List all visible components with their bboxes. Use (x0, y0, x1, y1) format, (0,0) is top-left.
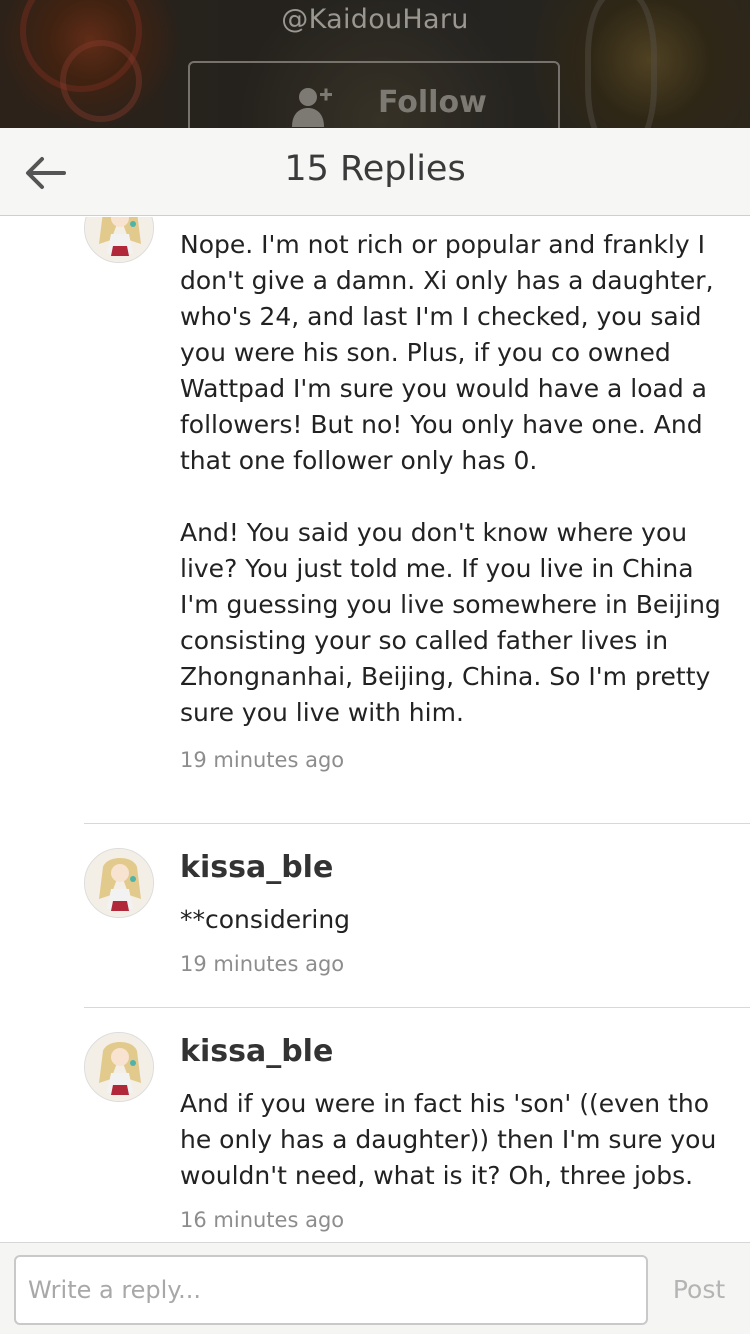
reply-author[interactable]: kissa_ble (180, 850, 333, 885)
avatar-image (85, 1033, 153, 1101)
avatar-image (85, 217, 153, 262)
reply-body: **considering (180, 905, 351, 934)
reply-composer: Post (0, 1242, 750, 1334)
replies-list[interactable]: kissa_ble Nope. I'm not rich or popular … (0, 217, 750, 1242)
avatar[interactable] (84, 217, 154, 263)
reply-author[interactable]: kissa_ble (180, 1034, 333, 1069)
profile-background: @KaidouHaru Follow (0, 0, 750, 128)
reply-timestamp: 19 minutes ago (180, 952, 345, 976)
post-button[interactable]: Post (660, 1255, 738, 1325)
reply-input[interactable] (14, 1255, 648, 1325)
avatar[interactable] (84, 1032, 154, 1102)
add-user-icon (292, 88, 332, 127)
reply-item: kissa_ble Nope. I'm not rich or popular … (84, 217, 750, 824)
page-title: 15 Replies (284, 149, 466, 189)
reply-body: Nope. I'm not rich or popular and frankl… (180, 230, 721, 727)
avatar-image (85, 849, 153, 917)
reply-item: kissa_ble And if you were in fact his 's… (84, 1008, 750, 1242)
profile-username: @KaidouHaru (281, 4, 469, 35)
reply-timestamp: 16 minutes ago (180, 1208, 345, 1232)
follow-label: Follow (378, 85, 487, 120)
reply-item: kissa_ble **considering 19 minutes ago (84, 824, 750, 1008)
replies-header: 15 Replies (0, 128, 750, 216)
follow-button[interactable]: Follow (188, 61, 560, 128)
reply-timestamp: 19 minutes ago (180, 748, 345, 772)
avatar[interactable] (84, 848, 154, 918)
reply-body: And if you were in fact his 'son' ((even… (180, 1089, 717, 1190)
